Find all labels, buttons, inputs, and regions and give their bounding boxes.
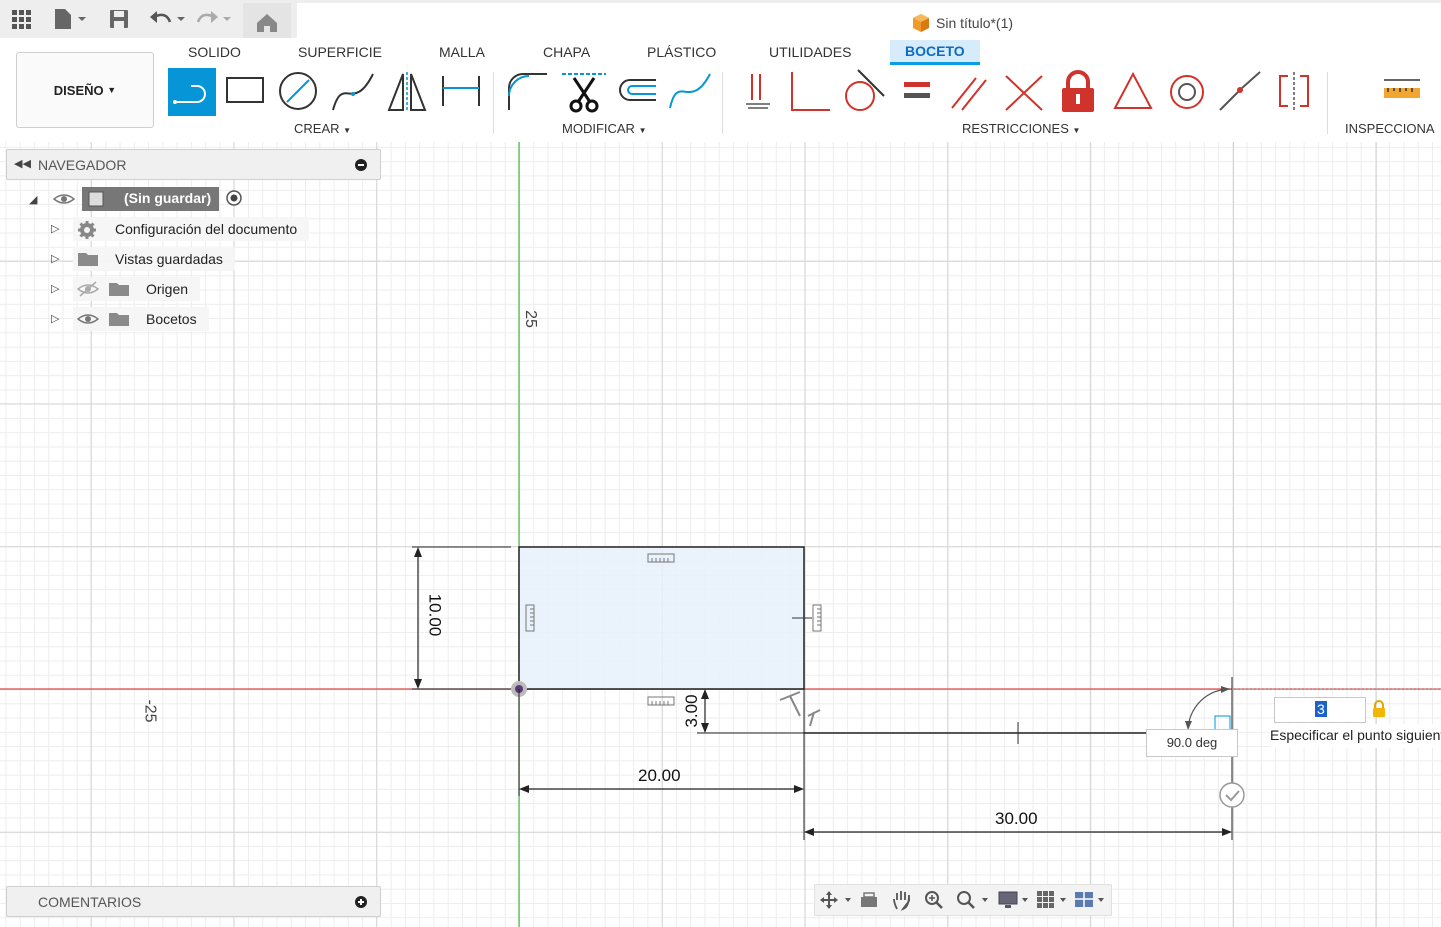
dimension-width[interactable]: 20.00 [638,766,681,786]
navigator-title: NAVEGADOR [38,157,127,173]
tree-item-sketches[interactable]: Bocetos [73,307,209,331]
folder-icon [109,283,129,296]
dimension-offset[interactable]: 3.00 [682,691,702,731]
component-icon [88,191,104,207]
look-at-icon[interactable] [859,890,879,910]
confirm-icon[interactable] [1219,782,1245,808]
tree-root-label: (Sin guardar) [124,190,212,206]
dimension-line-length[interactable]: 30.00 [995,809,1038,829]
tree-item-origin[interactable]: Origen [73,277,201,301]
view-navigation-toolbar [814,884,1112,916]
perpendicular-glyph-icon [779,691,821,727]
angle-input[interactable]: 90.0 deg [1146,729,1238,757]
tree-item-label: Bocetos [146,311,197,327]
axis-label-x: -25 [141,699,159,723]
length-input[interactable]: 3 [1274,697,1366,723]
orbit-icon[interactable] [819,890,853,910]
tree-item-label: Vistas guardadas [115,251,223,267]
display-settings-icon[interactable] [997,889,1033,911]
expand-triangle-icon[interactable]: ▷ [51,222,59,235]
length-input-value: 3 [1315,701,1327,717]
viewports-icon[interactable] [1073,889,1109,911]
activate-radio-icon[interactable] [225,189,243,207]
zoom-icon[interactable] [923,889,945,911]
sketch-geometry [0,142,1441,927]
tree-root[interactable]: (Sin guardar) [82,187,219,211]
expand-plus-icon[interactable] [355,896,367,908]
minimize-icon[interactable] [355,159,367,171]
gear-icon [78,221,96,239]
lock-icon[interactable] [1371,700,1387,718]
pan-hand-icon[interactable] [891,889,913,911]
eye-icon[interactable] [53,191,75,207]
fit-zoom-icon[interactable] [955,889,991,911]
vertical-constraint-icon [812,604,822,632]
prompt-tooltip: Especificar el punto siguiente [1270,724,1441,748]
sketch-rectangle[interactable] [518,546,805,690]
comments-panel-header[interactable]: COMENTARIOS [6,886,381,917]
collapse-panel-icon[interactable]: ◀◀ [14,157,31,170]
collapse-triangle-icon[interactable]: ◢ [29,193,37,206]
eye-hidden-icon[interactable] [77,281,99,297]
folder-icon [109,313,129,326]
navigator-panel-header[interactable]: ◀◀ NAVEGADOR [6,149,381,180]
expand-triangle-icon[interactable]: ▷ [51,282,59,295]
tree-item-saved-views[interactable]: Vistas guardadas [73,247,235,271]
eye-icon[interactable] [77,311,99,327]
grid-settings-icon[interactable] [1035,889,1071,911]
tree-item-label: Configuración del documento [115,221,298,237]
tree-item-label: Origen [146,281,189,297]
tree-item-document-settings[interactable]: Configuración del documento [73,217,310,241]
comments-title: COMENTARIOS [38,894,142,910]
folder-icon [78,253,98,266]
expand-triangle-icon[interactable]: ▷ [51,252,59,265]
expand-triangle-icon[interactable]: ▷ [51,312,59,325]
axis-label-y: 25 [521,310,539,328]
dimension-height[interactable]: 10.00 [424,594,444,637]
horizontal-constraint-icon [647,696,675,706]
